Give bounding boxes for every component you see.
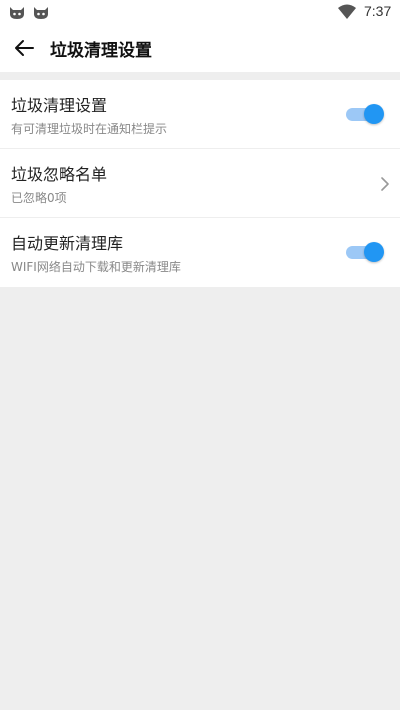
status-bar: 7:37 <box>0 0 400 24</box>
app-bar: 垃圾清理设置 <box>0 24 400 72</box>
chevron-right-icon <box>381 177 389 191</box>
page-title: 垃圾清理设置 <box>50 41 152 61</box>
setting-subtitle: WIFI网络自动下载和更新清理库 <box>11 260 181 274</box>
status-time: 7:37 <box>364 3 392 19</box>
setting-row-ignore-list[interactable]: 垃圾忽略名单 已忽略0项 <box>0 149 400 218</box>
setting-title: 垃圾忽略名单 <box>11 165 108 184</box>
setting-title: 垃圾清理设置 <box>11 96 108 115</box>
cat-notification-icon <box>10 7 24 19</box>
toggle-thumb <box>364 242 384 262</box>
setting-title: 自动更新清理库 <box>11 234 124 253</box>
setting-subtitle: 有可清理垃圾时在通知栏提示 <box>11 122 168 136</box>
arrow-left-icon <box>15 40 34 56</box>
setting-subtitle: 已忽略0项 <box>11 191 67 205</box>
cat-notification-icon <box>34 7 48 19</box>
settings-list: 垃圾清理设置 有可清理垃圾时在通知栏提示 垃圾忽略名单 已忽略0项 自动更新清理… <box>0 80 400 287</box>
toggle-thumb <box>364 104 384 124</box>
auto-update-toggle[interactable] <box>346 242 384 262</box>
junk-notification-toggle[interactable] <box>346 104 384 124</box>
wifi-icon <box>338 4 356 19</box>
back-button[interactable] <box>10 34 38 62</box>
setting-row-junk-notification[interactable]: 垃圾清理设置 有可清理垃圾时在通知栏提示 <box>0 80 400 149</box>
setting-row-auto-update[interactable]: 自动更新清理库 WIFI网络自动下载和更新清理库 <box>0 218 400 287</box>
